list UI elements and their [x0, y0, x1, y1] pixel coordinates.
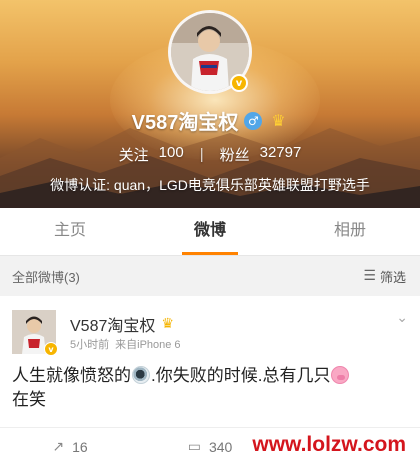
post-content: 人生就像愤怒的 .你失败的时候.总有几只在笑 [12, 364, 408, 412]
chevron-down-icon[interactable]: ⌄ [396, 310, 408, 326]
tab-weibo[interactable]: 微博 [140, 208, 280, 255]
post-card[interactable]: v V587淘宝权 ♛ 5小时前 来自iPhone 6 ⌄ 人生就像愤怒的 .你失… [0, 296, 420, 465]
post-text-part3: 在笑 [12, 390, 46, 409]
profile-avatar-wrap[interactable]: v [168, 10, 252, 94]
post-verified-v-icon: v [44, 342, 58, 356]
following-count: 100 [158, 144, 184, 161]
post-meta: 5小时前 来自iPhone 6 [70, 336, 181, 352]
comment-icon: ▭ [187, 438, 201, 455]
crown-icon: ♛ [161, 316, 174, 332]
repost-icon: ↗ [52, 438, 65, 455]
profile-tabs: 主页 微博 相册 [0, 208, 420, 256]
post-text-part2: .你失败的时候.总有几只 [151, 366, 331, 385]
tab-home[interactable]: 主页 [0, 208, 140, 255]
repost-count: 16 [72, 438, 88, 455]
followers-count: 32797 [259, 144, 302, 161]
post-source: 来自iPhone 6 [115, 339, 181, 351]
all-posts-label[interactable]: 全部微博(3) [12, 267, 80, 286]
followers-stat[interactable]: 粉丝 32797 [220, 144, 302, 165]
verified-v-icon: v [230, 74, 248, 92]
male-icon: ♂ [244, 111, 263, 130]
verification-text: 微博认证: quan，LGD电竞俱乐部英雄联盟打野选手 [50, 177, 370, 193]
stats-separator: | [199, 146, 204, 163]
following-stat[interactable]: 关注 100 [119, 144, 184, 165]
post-time: 5小时前 [70, 339, 110, 351]
filter-button[interactable]: ☰ 筛选 [363, 267, 406, 286]
tab-album[interactable]: 相册 [280, 208, 420, 255]
filter-icon: ☰ [363, 268, 376, 284]
username-row: V587淘宝权 ♂ ♛ [0, 106, 420, 135]
repost-button[interactable]: ↗ 16 [0, 439, 140, 455]
profile-username: V587淘宝权 [131, 112, 239, 134]
post-author-name[interactable]: V587淘宝权 [70, 312, 155, 336]
post-text-part1: 人生就像愤怒的 [12, 366, 131, 385]
eye-emoji-icon [132, 366, 150, 384]
filter-bar: 全部微博(3) ☰ 筛选 [0, 256, 420, 296]
stats-row: 关注 100 | 粉丝 32797 [0, 144, 420, 165]
post-author-row: V587淘宝权 ♛ [70, 312, 174, 336]
profile-header: v V587淘宝权 ♂ ♛ 关注 100 | 粉丝 32797 微博认证: qu… [0, 0, 420, 208]
crown-icon[interactable]: ♛ [268, 111, 288, 130]
comment-count: 340 [208, 438, 233, 455]
site-watermark: www.lolzw.com [244, 431, 414, 459]
followers-label: 粉丝 [219, 147, 250, 164]
following-label: 关注 [118, 147, 149, 164]
filter-button-label: 筛选 [379, 269, 406, 285]
pig-emoji-icon [331, 366, 350, 384]
